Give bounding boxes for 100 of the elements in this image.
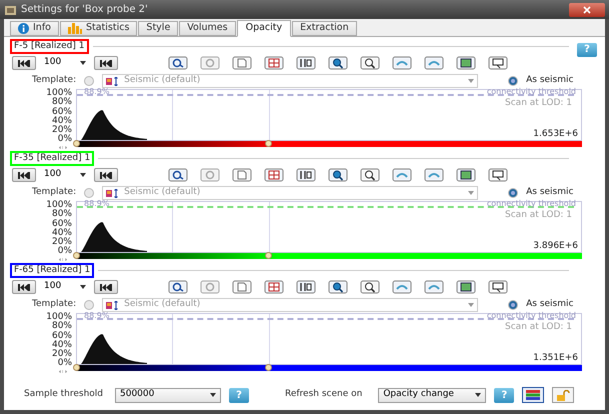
caret-icon	[475, 393, 482, 397]
axis-label: 60%	[52, 108, 72, 117]
grid-icon	[264, 280, 284, 294]
radio-button[interactable]	[84, 76, 94, 86]
axis-label: 100%	[46, 201, 72, 210]
tab[interactable]: Opacity	[236, 20, 292, 37]
tab[interactable]: Info	[10, 21, 59, 36]
toolbar-button[interactable]	[296, 280, 316, 294]
axis-label: 40%	[52, 116, 72, 126]
radio-button[interactable]	[508, 300, 518, 310]
toolbar-button[interactable]	[488, 56, 508, 70]
toolbar-button[interactable]	[360, 280, 380, 294]
caret-icon	[80, 173, 86, 177]
info-icon	[18, 23, 29, 34]
toolbar-button[interactable]	[264, 168, 284, 182]
tab[interactable]: Extraction	[292, 21, 357, 36]
skip-button[interactable]	[94, 168, 118, 182]
colormap-icon	[106, 76, 120, 86]
colormap-button[interactable]	[522, 387, 544, 403]
toolbar-button[interactable]	[328, 280, 348, 294]
radio-button[interactable]	[84, 188, 94, 198]
axis-label: 60%	[52, 332, 72, 341]
toolbar-button[interactable]	[360, 56, 380, 70]
section-title: F-65 [Realized] 1	[10, 262, 94, 278]
toolbar-button[interactable]	[296, 168, 316, 182]
option-label: As seismic	[526, 186, 574, 200]
skip-icon	[18, 284, 30, 290]
toolbar-button[interactable]	[488, 168, 508, 182]
colormap-icon	[106, 188, 120, 198]
grid-icon	[264, 168, 284, 182]
skip-button[interactable]	[94, 56, 118, 70]
threshold-value: 88.9%	[84, 86, 110, 98]
axis-label: 80%	[52, 322, 72, 332]
skip-button[interactable]	[12, 56, 36, 70]
threshold-value: 88.9%	[84, 198, 110, 210]
toolbar-button[interactable]	[360, 168, 380, 182]
close-icon	[583, 6, 591, 14]
slider-handle[interactable]	[73, 140, 80, 147]
zoom-out-icon	[360, 168, 380, 182]
close-button[interactable]	[569, 2, 605, 16]
tab[interactable]: Volumes	[179, 21, 236, 36]
toolbar-button[interactable]	[296, 56, 316, 70]
histogram-drawing	[81, 222, 147, 252]
radio-button[interactable]	[508, 76, 518, 86]
radio-button[interactable]	[508, 188, 518, 198]
axis-label: 40%	[52, 228, 72, 238]
histogram-drawing	[81, 110, 147, 140]
max-value: 1.653E+6	[533, 128, 578, 141]
histogram-drawing	[81, 334, 147, 364]
template-label: Template:	[32, 74, 76, 88]
skip-button[interactable]	[94, 280, 118, 294]
refresh-dropdown[interactable]: Opacity change	[378, 388, 486, 402]
toolbar-button[interactable]	[456, 168, 476, 182]
toolbar-button[interactable]	[264, 56, 284, 70]
section-title: F-35 [Realized] 1	[10, 150, 94, 166]
caret-icon	[210, 393, 216, 397]
threshold-value: 88.9%	[84, 310, 110, 322]
caret-icon	[80, 285, 86, 289]
toolbar-button[interactable]	[488, 280, 508, 294]
axis-label: 40%	[52, 340, 72, 350]
split-icon	[296, 168, 316, 182]
caret-icon	[80, 61, 86, 65]
section-title: F-5 [Realized] 1	[10, 38, 88, 54]
radio-button[interactable]	[84, 300, 94, 310]
skip-icon	[100, 60, 112, 66]
tab[interactable]: Style	[138, 21, 178, 36]
lock-button[interactable]	[552, 387, 574, 403]
skip-button[interactable]	[12, 280, 36, 294]
max-value: 1.351E+6	[533, 352, 578, 365]
axis-label: 60%	[52, 220, 72, 229]
axis-label: 100%	[46, 89, 72, 98]
slider-handle[interactable]	[73, 364, 80, 371]
tab[interactable]: Statistics	[60, 21, 138, 36]
toolbar-button[interactable]	[328, 168, 348, 182]
slider-handle[interactable]	[73, 252, 80, 259]
zoom-in-icon	[328, 56, 348, 70]
axis-label: 80%	[52, 210, 72, 220]
axis-label: 0%	[58, 135, 72, 145]
screen-icon	[488, 168, 508, 182]
app-icon	[4, 4, 17, 16]
threshold-caption: connectivity threshold	[486, 310, 576, 322]
bar-chart-icon	[68, 23, 82, 34]
axis-label: 0%	[58, 247, 72, 257]
grid-icon	[264, 56, 284, 70]
toolbar-button[interactable]	[456, 280, 476, 294]
page-icon	[232, 280, 252, 294]
toolbar-button[interactable]	[456, 56, 476, 70]
axis-label: 20%	[52, 238, 72, 248]
threshold-dropdown[interactable]: 500000	[115, 388, 221, 402]
split-icon	[296, 56, 316, 70]
axis-label: 20%	[52, 350, 72, 360]
skip-icon	[18, 60, 30, 66]
toolbar-button[interactable]	[264, 280, 284, 294]
image-icon	[456, 56, 476, 70]
toolbar-button[interactable]	[328, 56, 348, 70]
caret-icon	[468, 79, 474, 83]
zoom-out-icon	[360, 56, 380, 70]
skip-button[interactable]	[12, 168, 36, 182]
colormap-icon	[106, 300, 120, 310]
axis-label: 80%	[52, 98, 72, 108]
